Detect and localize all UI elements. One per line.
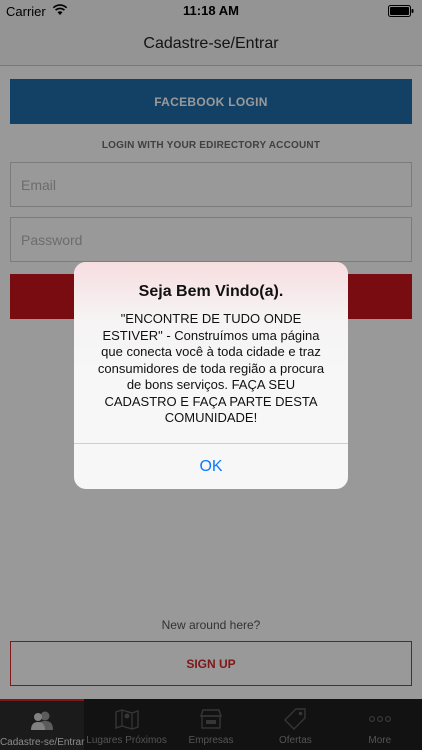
welcome-alert: Seja Bem Vindo(a). "ENCONTRE DE TUDO OND… [74,262,348,489]
alert-title: Seja Bem Vindo(a). [138,283,284,300]
alert-body: Seja Bem Vindo(a). "ENCONTRE DE TUDO OND… [74,262,348,443]
alert-message: "ENCONTRE DE TUDO ONDE ESTIVER" - Constr… [97,311,325,425]
alert-ok-button[interactable]: OK [74,444,348,489]
